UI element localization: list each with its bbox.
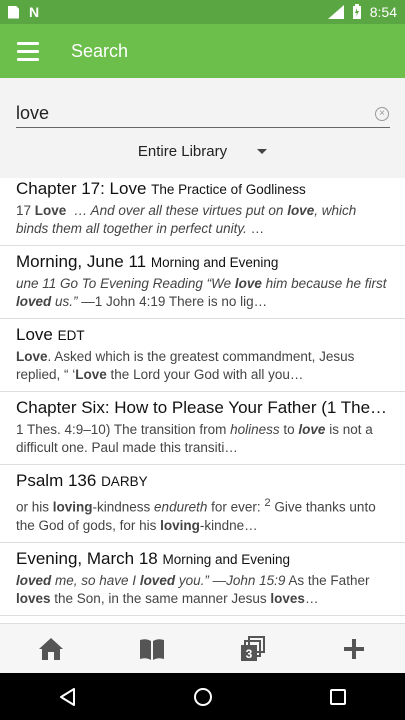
result-title-text: Chapter 17: Love [16, 179, 147, 198]
bottom-tab-bar: 3 [0, 623, 405, 673]
recents-button[interactable] [308, 673, 368, 720]
results-list: Chapter 17: Love The Practice of Godline… [0, 173, 405, 623]
back-button[interactable] [38, 673, 98, 720]
page-title: Search [71, 40, 129, 61]
windows-count-icon: 3 [241, 635, 266, 661]
search-input[interactable] [16, 103, 366, 124]
result-source: Morning and Evening [150, 255, 279, 270]
result-item[interactable]: Psalm 136 NET [0, 616, 405, 624]
result-item[interactable]: Evening, March 18 Morning and Evening lov… [0, 543, 405, 616]
result-item[interactable]: Chapter Six: How to Please Your Father (… [0, 392, 405, 465]
status-bar: N 8:54 [0, 0, 405, 24]
result-title-text: Morning, June 11 [16, 252, 147, 271]
search-panel: × Entire Library [0, 78, 405, 178]
home-nav-button[interactable] [173, 673, 233, 720]
result-snippet: une 11 Go To Evening Reading “We love hi… [16, 276, 387, 309]
result-source: Morning and Evening [162, 551, 291, 567]
scope-label: Entire Library [137, 143, 228, 160]
tab-add[interactable] [324, 624, 384, 674]
result-source: EDT [57, 328, 85, 343]
battery-icon [352, 4, 361, 19]
book-icon [139, 638, 164, 660]
result-snippet: 17 Love … And over all these virtues put… [16, 203, 357, 236]
result-title: Chapter Six: How to Please Your Father (… [16, 398, 389, 418]
result-title: Evening, March 18 Morning and Evening [16, 549, 389, 569]
menu-icon[interactable] [0, 24, 56, 78]
result-item[interactable]: Psalm 136 DARBY or his loving-kindness en… [0, 465, 405, 543]
signal-icon [327, 5, 344, 19]
home-circle-icon [193, 687, 212, 706]
result-item[interactable]: Chapter 17: Love The Practice of Godline… [0, 173, 405, 246]
nfc-icon: N [29, 4, 40, 20]
result-title-text: Chapter Six: How to Please Your Father (… [16, 398, 389, 417]
result-snippet: or his loving-kindness endureth for ever… [16, 497, 376, 533]
plus-icon [344, 638, 365, 659]
result-title: Love EDT [16, 325, 389, 345]
result-source: DARBY [101, 474, 148, 489]
app-bar: Search [0, 24, 405, 78]
home-icon [38, 637, 63, 660]
result-title-text: Psalm 136 [16, 471, 97, 490]
result-title: Psalm 136 DARBY [16, 471, 389, 491]
back-triangle-icon [59, 687, 75, 706]
tab-library[interactable] [122, 624, 182, 674]
tab-windows[interactable]: 3 [223, 624, 283, 674]
dropdown-caret-icon [257, 149, 268, 154]
result-source: The Practice of Godliness [151, 182, 306, 197]
tab-home[interactable] [21, 624, 81, 674]
clear-icon[interactable]: × [375, 107, 389, 121]
scope-dropdown[interactable]: Entire Library [0, 143, 405, 160]
sd-card-icon [8, 5, 19, 19]
result-title: Chapter 17: Love The Practice of Godline… [16, 179, 389, 199]
clock: 8:54 [369, 4, 397, 20]
result-title-text: Love [16, 325, 53, 344]
result-title: Morning, June 11 Morning and Evening [16, 252, 389, 272]
system-nav-bar [0, 673, 405, 720]
result-snippet: loved me, so have I loved you.” —John 15… [16, 572, 370, 606]
search-field: × [16, 100, 390, 128]
windows-count: 3 [246, 647, 253, 661]
recents-square-icon [329, 688, 346, 705]
result-item[interactable]: Love EDT Love. Asked which is the greates… [0, 319, 405, 392]
result-snippet: 1 Thes. 4:9–10) The transition from holi… [16, 422, 373, 455]
result-snippet: Love. Asked which is the greatest comman… [16, 349, 355, 382]
result-title-text: Evening, March 18 [16, 548, 158, 568]
result-item[interactable]: Morning, June 11 Morning and Evening une … [0, 246, 405, 319]
